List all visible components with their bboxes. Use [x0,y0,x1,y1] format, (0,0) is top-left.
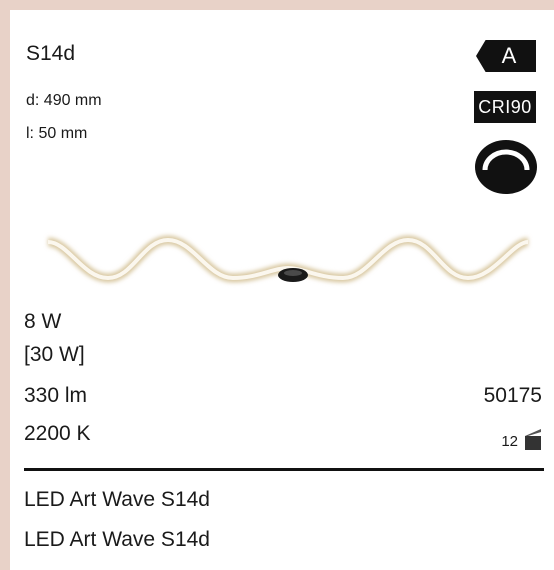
product-card: S14d d: 490 mm l: 50 mm A CRI90 8 W [30 … [10,10,554,570]
power-label: 8 W [24,310,62,333]
color-temperature-label: 2200 K [24,422,91,445]
dimmable-icon [473,138,539,196]
product-code: 50175 [483,384,542,407]
power-equivalent-label: [30 W] [24,343,85,366]
lumen-label: 330 lm [24,384,88,407]
lamp-base: S14d [26,42,76,65]
energy-class-badge: A [476,40,536,72]
diameter-label: d: 490 mm [26,92,102,109]
pack-quantity: 12 [501,428,542,450]
pack-count: 12 [501,433,518,450]
wave-filament-image [43,220,533,300]
length-label: l: 50 mm [26,125,88,142]
box-icon [524,428,542,450]
cri-badge: CRI90 [474,91,536,123]
product-name-2: LED Art Wave S14d [24,528,210,551]
divider [24,468,544,471]
product-name-1: LED Art Wave S14d [24,488,210,511]
